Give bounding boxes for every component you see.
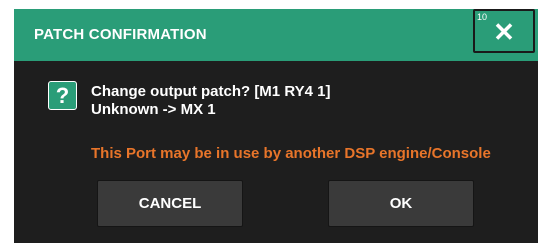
close-icon: ✕: [493, 17, 515, 47]
message-line-1: Change output patch? [M1 RY4 1]: [91, 83, 331, 100]
question-icon: ?: [48, 81, 77, 110]
title-bar: PATCH CONFIRMATION 10 ✕: [14, 9, 538, 61]
dialog-title: PATCH CONFIRMATION: [34, 26, 207, 43]
cancel-button[interactable]: CANCEL: [97, 180, 243, 227]
ok-button[interactable]: OK: [328, 180, 474, 227]
message-line-2: Unknown -> MX 1: [91, 101, 216, 118]
close-button[interactable]: 10 ✕: [473, 9, 535, 53]
patch-confirmation-dialog: PATCH CONFIRMATION 10 ✕ ? Change output …: [14, 9, 538, 243]
warning-message: This Port may be in use by another DSP e…: [91, 145, 491, 162]
